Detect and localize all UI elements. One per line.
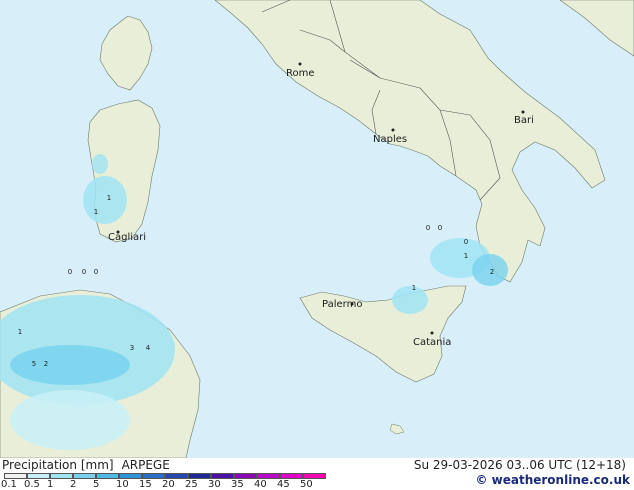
- svg-text:1: 1: [464, 252, 468, 260]
- svg-text:0: 0: [438, 224, 442, 232]
- scale-tick-label: 40: [254, 479, 267, 490]
- scale-tick-label: 20: [162, 479, 175, 490]
- svg-text:1: 1: [107, 194, 111, 202]
- city-label-naples: Naples: [373, 134, 407, 145]
- map-footer: Precipitation [mm] ARPEGE Su 29-03-2026 0…: [0, 458, 634, 490]
- scale-tick-label: 10: [116, 479, 129, 490]
- svg-text:5: 5: [32, 360, 36, 368]
- valid-time: Su 29-03-2026 03..06 UTC (12+18): [413, 458, 626, 472]
- scale-tick-label: 15: [139, 479, 152, 490]
- color-scale: 0.1 0.5 1 2 5 10 15 20 25 30 35 40 45 50: [1, 473, 330, 490]
- scale-tick-label: 45: [277, 479, 290, 490]
- city-label-bari: Bari: [514, 115, 534, 126]
- scale-tick-label: 5: [93, 479, 100, 490]
- city-label-rome: Rome: [286, 68, 315, 79]
- scale-tick-label: 1: [47, 479, 54, 490]
- svg-text:4: 4: [146, 344, 151, 352]
- city-label-cagliari: Cagliari: [108, 232, 146, 243]
- svg-text:0: 0: [94, 268, 98, 276]
- svg-text:2: 2: [44, 360, 48, 368]
- precipitation-map: Rome Naples Bari Cagliari Palermo Catani…: [0, 0, 634, 458]
- scale-tick-label: 0.1: [1, 479, 17, 490]
- legend-title: Precipitation [mm]: [2, 458, 114, 472]
- svg-text:0: 0: [464, 238, 468, 246]
- legend-title-row: Precipitation [mm] ARPEGE: [2, 458, 170, 472]
- scale-tick-label: 50: [300, 479, 313, 490]
- scale-tick-label: 2: [70, 479, 77, 490]
- svg-text:0: 0: [68, 268, 72, 276]
- svg-text:0: 0: [82, 268, 86, 276]
- scale-tick-label: 35: [231, 479, 244, 490]
- svg-text:1: 1: [18, 328, 22, 336]
- city-label-palermo: Palermo: [322, 299, 362, 310]
- svg-text:3: 3: [130, 344, 134, 352]
- svg-text:2: 2: [490, 268, 494, 276]
- scale-tick-label: 25: [185, 479, 198, 490]
- svg-text:1: 1: [94, 208, 98, 216]
- model-name: ARPEGE: [121, 458, 170, 472]
- credit-link[interactable]: © weatheronline.co.uk: [475, 473, 630, 487]
- svg-text:0: 0: [426, 224, 430, 232]
- scale-tick-label: 30: [208, 479, 221, 490]
- svg-text:1: 1: [412, 284, 416, 292]
- scale-tick-label: 0.5: [24, 479, 40, 490]
- city-label-catania: Catania: [413, 337, 451, 348]
